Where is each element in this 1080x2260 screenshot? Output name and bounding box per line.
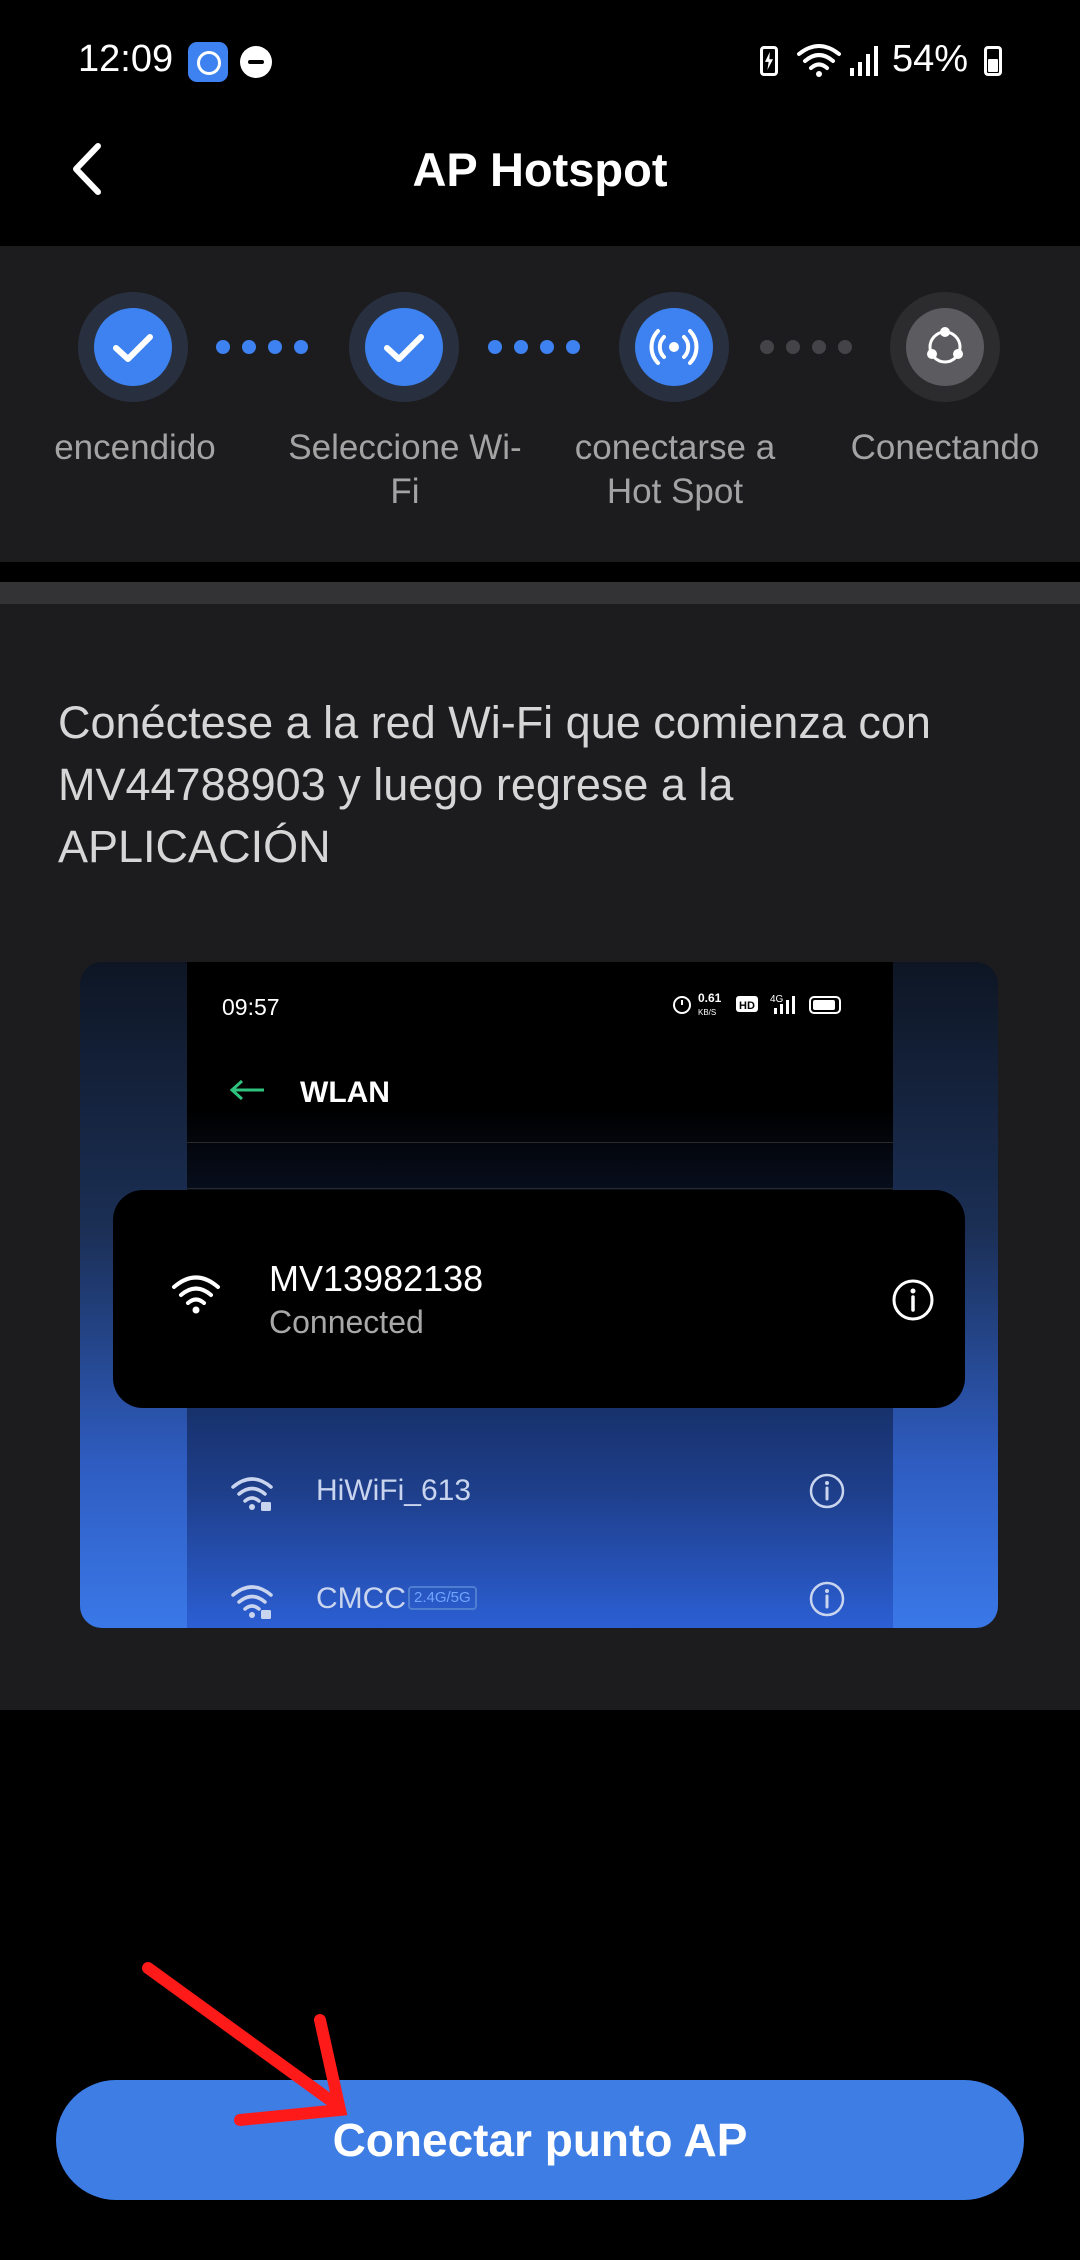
do-not-disturb-icon — [240, 46, 272, 78]
step-connector-2 — [488, 340, 588, 356]
illustration-speed-unit: KB/S — [698, 1008, 716, 1017]
step-1-indicator — [78, 292, 188, 402]
info-icon — [809, 1581, 845, 1617]
info-icon — [809, 1473, 845, 1509]
illustration-back-arrow-icon — [229, 1079, 264, 1101]
illustration-network-row: CMCC 2.4G/5G — [230, 1570, 920, 1628]
step-2-indicator — [349, 292, 459, 402]
battery-saver-icon — [760, 46, 778, 76]
illustration-network-row: HiWiFi_613 — [230, 1462, 920, 1522]
battery-icon — [984, 46, 1002, 76]
illustration-network-type: 4G — [770, 994, 784, 1005]
step-2-label: Seleccione Wi-Fi — [288, 428, 522, 511]
illustration-wlan-title: WLAN — [300, 1076, 390, 1109]
wifi-icon — [172, 1275, 220, 1314]
illustration-phone-time: 09:57 — [222, 994, 280, 1020]
section-divider — [0, 582, 1080, 604]
step-1-label: encendido — [54, 428, 216, 467]
wifi-lock-icon — [231, 1585, 273, 1619]
illustration-band-badge: 2.4G/5G — [408, 1586, 477, 1610]
instruction-text: Conéctese a la red Wi-Fi que comienza co… — [58, 697, 931, 872]
step-connector-3 — [760, 340, 860, 356]
app-notification-icon — [188, 42, 228, 82]
illustration-connected-network-card: MV13982138 Connected — [113, 1190, 965, 1408]
step-3-label: conectarse a Hot Spot — [574, 428, 776, 511]
stepper: encendido Seleccione Wi-Fi conectarse a … — [0, 246, 1080, 562]
check-icon — [384, 334, 424, 362]
illustration-network-ssid: CMCC — [316, 1582, 406, 1615]
illustration-speed: 0.61 — [698, 991, 722, 1005]
page-title: AP Hotspot — [412, 143, 668, 196]
illustration-hd-badge: HD — [739, 1000, 755, 1012]
illustration-divider — [187, 1142, 893, 1143]
illustration-network-ssid: HiWiFi_613 — [316, 1474, 472, 1507]
step-connector-1 — [216, 340, 316, 356]
illustration-connected-ssid: MV13982138 — [269, 1258, 484, 1299]
battery-percent: 54% — [892, 38, 969, 80]
step-3-indicator — [619, 292, 729, 402]
wifi-icon — [797, 44, 841, 77]
connecting-icon — [927, 327, 963, 364]
step-4-indicator — [890, 292, 1000, 402]
illustration-status-icons: 0.61 KB/S HD 4G — [673, 991, 841, 1017]
info-icon — [892, 1279, 934, 1321]
illustration-divider — [187, 1188, 893, 1189]
step-4-label: Conectando — [850, 428, 1040, 467]
signal-icon — [850, 46, 878, 76]
illustration-connected-status: Connected — [269, 1304, 424, 1340]
check-icon — [113, 334, 153, 362]
hotspot-icon — [649, 329, 699, 365]
wifi-lock-icon — [231, 1477, 273, 1511]
wifi-settings-illustration: 09:57 0.61 KB/S HD 4G WLAN MV13982138 Co… — [80, 962, 998, 1628]
status-time: 12:09 — [78, 38, 174, 80]
annotation-arrow-icon — [142, 1962, 348, 2126]
